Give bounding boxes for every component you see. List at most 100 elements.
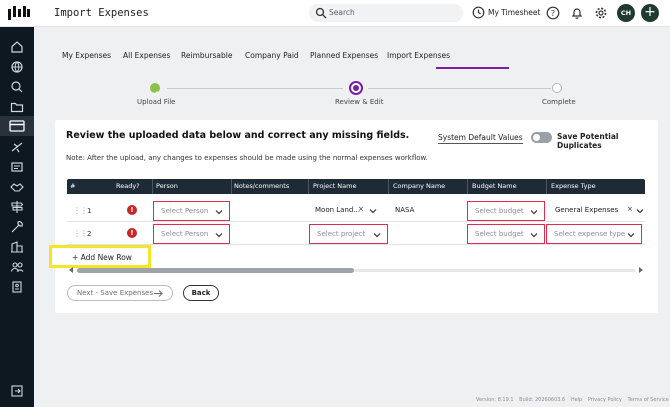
project-select-value: Moon Land...	[315, 206, 361, 214]
signpost-icon[interactable]	[9, 199, 25, 215]
chevron-down-icon	[215, 233, 223, 238]
stepper-line	[368, 88, 551, 89]
system-default-values-link[interactable]: System Default Values	[438, 133, 523, 144]
footer-version: Version: 8.19.1	[476, 397, 514, 403]
tab-import-expenses[interactable]: Import Expenses	[387, 51, 450, 60]
building-icon[interactable]	[9, 239, 25, 255]
timesheet-clock-icon	[472, 6, 485, 19]
back-button-label: Back	[191, 289, 211, 297]
step-done-check-icon	[150, 83, 160, 96]
column-header-expense-type: Expense Type	[551, 182, 596, 190]
upload-note: Note: After the upload, any changes to e…	[66, 154, 428, 162]
review-heading: Review the uploaded data below and corre…	[66, 130, 410, 141]
expense-type-placeholder: Select expense type	[554, 230, 626, 238]
scrollbar-thumb[interactable]	[77, 268, 354, 273]
tab-company-paid[interactable]: Company Paid	[245, 51, 299, 60]
clear-expense-type-icon[interactable]: ×	[627, 205, 633, 213]
add-new-row-label: + Add New Row	[72, 253, 132, 262]
expense-type-select[interactable]: General Expenses ×	[547, 201, 645, 221]
table-row: ⋮⋮ 1 ! Select Person Moon Land... × NASA…	[67, 200, 645, 222]
scroll-left-icon[interactable]	[69, 267, 73, 273]
project-select[interactable]: Moon Land... ×	[309, 201, 387, 221]
clear-project-icon[interactable]: ×	[358, 205, 364, 213]
column-header-number: #	[70, 182, 76, 190]
travel-icon[interactable]	[9, 139, 25, 155]
invoice-icon[interactable]	[9, 159, 25, 175]
add-new-row-button[interactable]: + Add New Row	[49, 245, 151, 268]
footer-privacy-link[interactable]: Privacy Policy	[588, 397, 622, 403]
chevron-down-icon	[215, 210, 223, 215]
arrow-right-icon	[154, 290, 163, 297]
tab-my-expenses[interactable]: My Expenses	[62, 51, 111, 60]
bell-icon[interactable]	[570, 6, 584, 20]
column-header-person: Person	[156, 182, 178, 190]
globe-icon[interactable]	[9, 59, 25, 75]
tab-all-expenses[interactable]: All Expenses	[123, 51, 170, 60]
budget-select[interactable]: Select budget	[467, 201, 545, 221]
chevron-down-icon	[373, 233, 381, 238]
avatar[interactable]: CH	[617, 4, 635, 22]
company-name-value: NASA	[395, 206, 415, 214]
not-ready-alert-icon: !	[127, 205, 137, 215]
drag-handle-icon[interactable]: ⋮⋮	[73, 229, 88, 238]
chevron-down-icon	[627, 233, 635, 238]
folder-icon[interactable]	[9, 99, 25, 115]
app-logo[interactable]	[8, 6, 30, 20]
report-icon[interactable]	[9, 279, 25, 295]
footer-terms-link[interactable]: Terms of Service	[627, 397, 668, 403]
save-duplicates-label: Save Potential Duplicates	[557, 132, 619, 150]
page-title: Import Expenses	[54, 7, 149, 19]
scroll-right-icon[interactable]	[639, 267, 643, 273]
table-row: ⋮⋮ 2 ! Select Person Select project Sele…	[67, 223, 645, 245]
column-header-budget: Budget Name	[472, 182, 517, 190]
expense-type-value: General Expenses	[555, 206, 619, 214]
help-icon[interactable]: ?	[546, 6, 560, 20]
chevron-down-icon	[636, 209, 644, 214]
tab-planned-expenses[interactable]: Planned Expenses	[310, 51, 378, 60]
person-select[interactable]: Select Person	[153, 201, 230, 221]
search-sidebar-icon[interactable]	[9, 79, 25, 95]
footer-help-link[interactable]: Help	[571, 397, 582, 403]
create-new-button[interactable]: +	[641, 4, 659, 22]
footer-build: Build: 20260603.6	[519, 397, 566, 403]
step-label-upload: Upload File	[137, 98, 176, 106]
budget-select[interactable]: Select budget	[467, 224, 545, 244]
step-label-review: Review & Edit	[335, 98, 384, 106]
expense-type-select[interactable]: Select expense type	[546, 224, 642, 244]
person-select-placeholder: Select Person	[161, 207, 209, 215]
search-input[interactable]: Search	[309, 4, 463, 22]
company-cell: NASA	[389, 201, 467, 221]
expenses-card-icon[interactable]	[0, 116, 34, 136]
my-timesheet-label: My Timesheet	[488, 8, 541, 17]
step-pending-indicator	[552, 83, 562, 93]
collapse-sidebar-icon[interactable]	[9, 383, 25, 399]
stepper-line	[167, 88, 343, 89]
table-horizontal-scrollbar[interactable]	[67, 266, 645, 275]
search-placeholder: Search	[329, 8, 355, 17]
project-select[interactable]: Select project	[309, 224, 388, 244]
budget-select-placeholder: Select budget	[475, 230, 524, 238]
drag-handle-icon[interactable]: ⋮⋮	[73, 206, 88, 215]
people-icon[interactable]	[9, 259, 25, 275]
chevron-down-icon	[530, 233, 538, 238]
row-number: 1	[87, 207, 92, 215]
svg-text:?: ?	[551, 9, 555, 18]
active-tab-indicator	[436, 67, 509, 69]
save-duplicates-toggle[interactable]	[531, 132, 552, 143]
person-select[interactable]: Select Person	[153, 224, 230, 244]
search-icon	[315, 7, 327, 19]
step-label-complete: Complete	[542, 98, 576, 106]
gear-icon[interactable]	[594, 6, 608, 20]
budget-select-placeholder: Select budget	[475, 207, 524, 215]
home-icon[interactable]	[9, 39, 25, 55]
not-ready-alert-icon: !	[127, 228, 137, 238]
tab-reimbursable[interactable]: Reimbursable	[181, 51, 232, 60]
tools-icon[interactable]	[9, 219, 25, 235]
column-header-company: Company Name	[393, 182, 446, 190]
column-header-ready: Ready?	[116, 182, 140, 190]
back-button[interactable]: Back	[183, 285, 219, 301]
chevron-down-icon	[369, 209, 377, 214]
chevron-down-icon	[530, 210, 538, 215]
handshake-icon[interactable]	[9, 179, 25, 195]
next-save-expenses-button[interactable]: Next - Save Expenses	[67, 285, 173, 301]
